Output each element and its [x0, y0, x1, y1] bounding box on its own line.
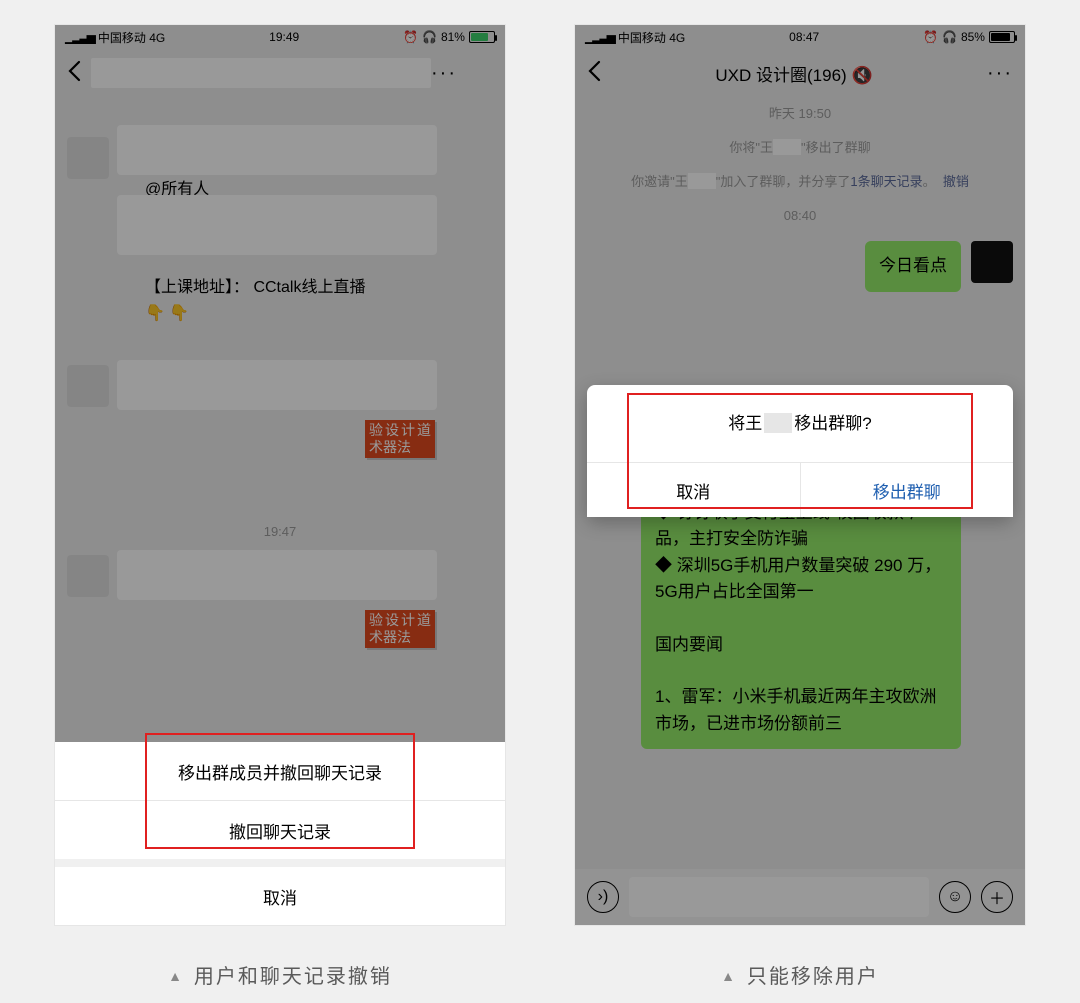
caption-right: ▲ 只能移除用户 [575, 960, 1025, 989]
remove-confirm-modal: 将王 移出群聊? 取消 移出群聊 [587, 385, 1013, 517]
triangle-up-icon: ▲ [168, 968, 184, 984]
redacted [764, 413, 792, 433]
modal-cancel-button[interactable]: 取消 [587, 463, 801, 517]
triangle-up-icon: ▲ [721, 968, 737, 984]
caption-text: 用户和聊天记录撤销 [194, 966, 392, 988]
sheet-cancel[interactable]: 取消 [55, 867, 505, 925]
sheet-revoke-only[interactable]: 撤回聊天记录 [55, 801, 505, 859]
modal-confirm-button[interactable]: 移出群聊 [801, 463, 1014, 517]
text: 将王 [728, 414, 762, 433]
phone-left: ▁▂▃▅ 中国移动 4G 19:49 ⏰ 🎧 81% ··· [55, 25, 505, 925]
caption-left: ▲ 用户和聊天记录撤销 [55, 960, 505, 989]
comparison-stage: ▁▂▃▅ 中国移动 4G 19:49 ⏰ 🎧 81% ··· [0, 0, 1080, 1003]
phone-right: ▁▂▃▅ 中国移动 4G 08:47 ⏰ 🎧 85% UXD 设计圈(196) … [575, 25, 1025, 925]
caption-text: 只能移除用户 [747, 966, 879, 988]
text: 移出群聊? [794, 414, 871, 433]
action-sheet: 移出群成员并撤回聊天记录 撤回聊天记录 取消 [55, 742, 505, 925]
modal-title: 将王 移出群聊? [587, 385, 1013, 462]
sheet-remove-and-revoke[interactable]: 移出群成员并撤回聊天记录 [55, 742, 505, 800]
